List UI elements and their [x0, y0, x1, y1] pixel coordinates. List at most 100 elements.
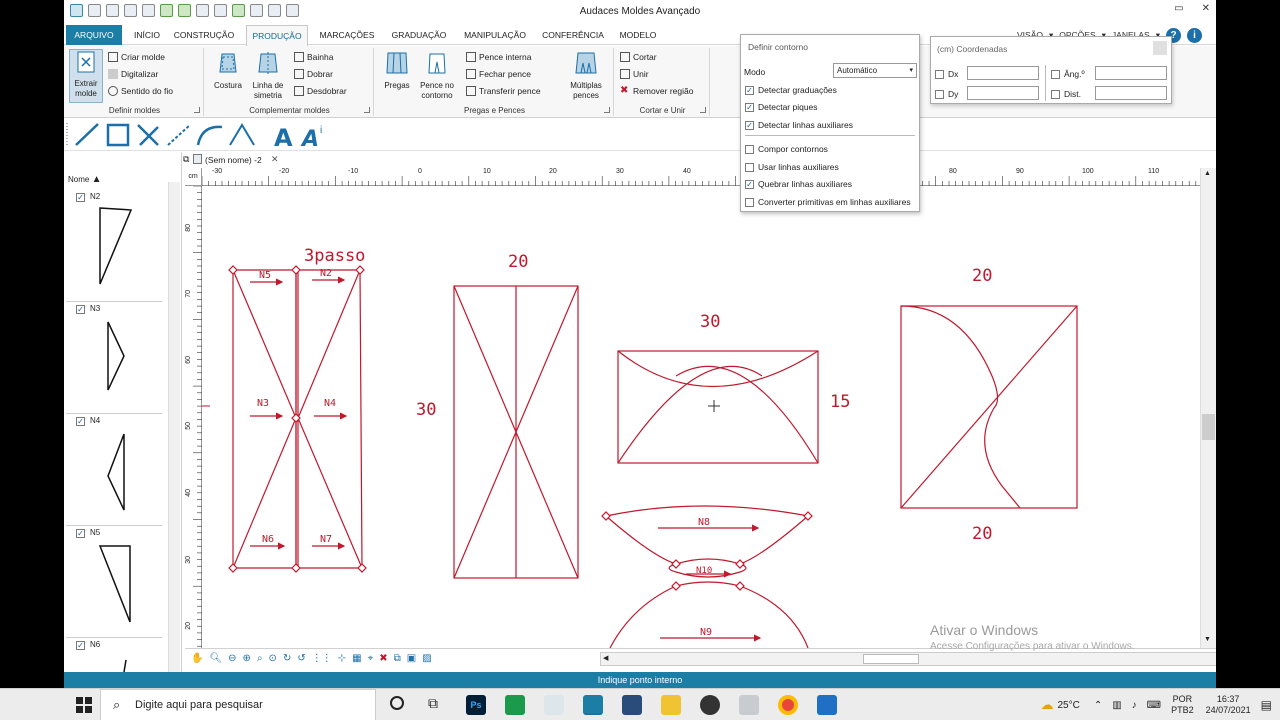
line-tool-icon[interactable]: [75, 123, 99, 146]
dy-input[interactable]: [967, 86, 1039, 100]
list-scrollbar[interactable]: [168, 182, 180, 672]
transferir-pence-button[interactable]: Transferir pence: [466, 86, 541, 96]
taskbar-search-box[interactable]: ⌕ Digite aqui para pesquisar: [100, 689, 376, 720]
delete-point-icon[interactable]: ✖: [379, 653, 387, 664]
remover-regiao-button[interactable]: ✖ Remover região: [620, 86, 693, 97]
rotate-icon[interactable]: ↻: [283, 653, 291, 664]
checkbox-unchecked[interactable]: [745, 197, 754, 207]
text-style-tool-icon[interactable]: Ai: [300, 125, 322, 151]
chrome-taskbar-icon[interactable]: [778, 695, 798, 715]
checkbox-unchecked[interactable]: [745, 162, 754, 172]
arc-tool-icon[interactable]: [196, 125, 223, 146]
angle-input[interactable]: [1095, 66, 1167, 80]
text-tool-icon[interactable]: A: [274, 124, 293, 151]
dx-input[interactable]: [967, 66, 1039, 80]
image-icon[interactable]: ▨: [422, 653, 431, 664]
pan-hand-icon[interactable]: ✋: [191, 653, 203, 664]
multiplas-pences-button[interactable]: Múltiplas pences: [564, 50, 608, 101]
cortar-button[interactable]: Cortar: [620, 52, 657, 62]
tab-marcacoes[interactable]: MARCAÇÕES: [316, 25, 378, 45]
tab-conferencia[interactable]: CONFERÊNCIA: [538, 25, 608, 45]
scroll-up-icon[interactable]: ▲: [1204, 170, 1211, 177]
checkbox-unchecked[interactable]: [745, 144, 754, 154]
list-item[interactable]: ✓ N2: [66, 190, 162, 302]
dialog-launcher-icon[interactable]: [194, 107, 200, 113]
paste-icon[interactable]: ▣: [407, 653, 416, 664]
media-app-taskbar-icon[interactable]: [817, 695, 837, 715]
layers-icon[interactable]: ▦: [352, 653, 361, 664]
language-indicator[interactable]: POR PTB2: [1171, 694, 1194, 716]
close-tab-icon[interactable]: ✕: [271, 154, 279, 165]
list-item[interactable]: ✓ N5: [66, 526, 162, 638]
green-app-taskbar-icon[interactable]: [505, 695, 525, 715]
digitalizar-button[interactable]: Digitalizar: [108, 69, 158, 79]
notifications-icon[interactable]: ▤: [1261, 698, 1272, 712]
document-tab-title[interactable]: (Sem nome) -2: [205, 155, 262, 165]
zoom-all-icon[interactable]: ⊙: [269, 653, 277, 664]
copy-icon[interactable]: ⧉: [394, 653, 401, 664]
desdobrar-button[interactable]: Desdobrar: [294, 86, 347, 96]
tab-construcao[interactable]: CONSTRUÇÃO: [172, 25, 236, 45]
list-header[interactable]: Nome ▲: [68, 174, 101, 185]
grid-icon[interactable]: ⋮⋮: [312, 653, 332, 664]
horizontal-scrollbar[interactable]: ◀ ▶: [600, 652, 1216, 666]
tab-modelo[interactable]: MODELO: [616, 25, 660, 45]
dobrar-button[interactable]: Dobrar: [294, 69, 333, 79]
clock[interactable]: 16:37 24/07/2021: [1206, 694, 1251, 716]
task-view-icon[interactable]: ⧉: [428, 695, 438, 712]
info-icon[interactable]: i: [1187, 27, 1202, 43]
tab-graduacao[interactable]: GRADUAÇÃO: [388, 25, 450, 45]
unir-button[interactable]: Unir: [620, 69, 649, 79]
tray-chevron-icon[interactable]: ⌃: [1094, 700, 1102, 711]
pattern-square[interactable]: [900, 305, 1078, 509]
costura-button[interactable]: Costura: [210, 50, 246, 91]
zoom-icon[interactable]: 🔍︎: [209, 653, 222, 664]
pregas-button[interactable]: Pregas: [380, 50, 414, 91]
dx-toggle[interactable]: Dx: [935, 69, 958, 79]
tab-manipulacao[interactable]: MANIPULAÇÃO: [460, 25, 530, 45]
dialog-launcher-icon[interactable]: [700, 107, 706, 113]
option-usar-linhas[interactable]: Usar linhas auxiliares: [745, 162, 839, 172]
fechar-pence-button[interactable]: Fechar pence: [466, 69, 531, 79]
linha-simetria-button[interactable]: Linha de simetria: [248, 50, 288, 101]
checkbox-checked[interactable]: ✓: [745, 179, 754, 189]
rectangle-tool-icon[interactable]: [106, 123, 130, 147]
sentido-fio-button[interactable]: Sentido do fio: [108, 86, 173, 96]
cortana-icon[interactable]: [390, 696, 404, 710]
criar-molde-button[interactable]: Criar molde: [108, 52, 165, 62]
dialog-launcher-icon[interactable]: [604, 107, 610, 113]
h-scroll-thumb[interactable]: [863, 654, 919, 664]
audaces-taskbar-icon[interactable]: [583, 695, 603, 715]
point-icon[interactable]: ⌖: [368, 653, 374, 664]
parallel-tool-icon[interactable]: [167, 124, 191, 146]
close-icon[interactable]: ✕: [1202, 3, 1210, 14]
list-item[interactable]: ✓ N6: [66, 638, 162, 672]
angle-tool-icon[interactable]: [229, 123, 255, 146]
mode-select[interactable]: Automático ▾: [833, 63, 917, 78]
zoom-out-icon[interactable]: ⊖: [228, 653, 236, 664]
checkbox-checked[interactable]: ✓: [745, 85, 754, 95]
scroll-left-icon[interactable]: ◀: [603, 654, 608, 662]
dy-checkbox[interactable]: [935, 89, 944, 99]
obs-taskbar-icon[interactable]: [700, 695, 720, 715]
angle-checkbox[interactable]: [1051, 69, 1060, 79]
photoshop-taskbar-icon[interactable]: Ps: [466, 695, 486, 715]
scroll-down-icon[interactable]: ▼: [1204, 636, 1211, 643]
angle-toggle[interactable]: Âng.º: [1051, 69, 1085, 79]
option-detectar-linhas[interactable]: ✓ Detectar linhas auxiliares: [745, 120, 853, 130]
windows-start-icon[interactable]: [74, 695, 94, 715]
checkbox-checked[interactable]: ✓: [745, 102, 754, 112]
option-detectar-piques[interactable]: ✓ Detectar piques: [745, 102, 818, 112]
snap-icon[interactable]: ⊹: [338, 653, 346, 664]
dist-input[interactable]: [1095, 86, 1167, 100]
cross-line-tool-icon[interactable]: [137, 124, 159, 146]
paint-app-taskbar-icon[interactable]: [544, 695, 564, 715]
volume-icon[interactable]: ♪: [1132, 700, 1137, 711]
dx-checkbox[interactable]: [935, 69, 944, 79]
pence-interna-button[interactable]: Pence interna: [466, 52, 531, 62]
vertical-scrollbar[interactable]: ▲ ▼: [1200, 168, 1216, 648]
bainha-button[interactable]: Bainha: [294, 52, 333, 62]
zoom-window-icon[interactable]: ⌕: [257, 653, 263, 664]
option-converter-primitivas[interactable]: Converter primitivas em linhas auxiliare…: [745, 197, 911, 207]
tab-producao[interactable]: PRODUÇÃO: [246, 25, 308, 46]
